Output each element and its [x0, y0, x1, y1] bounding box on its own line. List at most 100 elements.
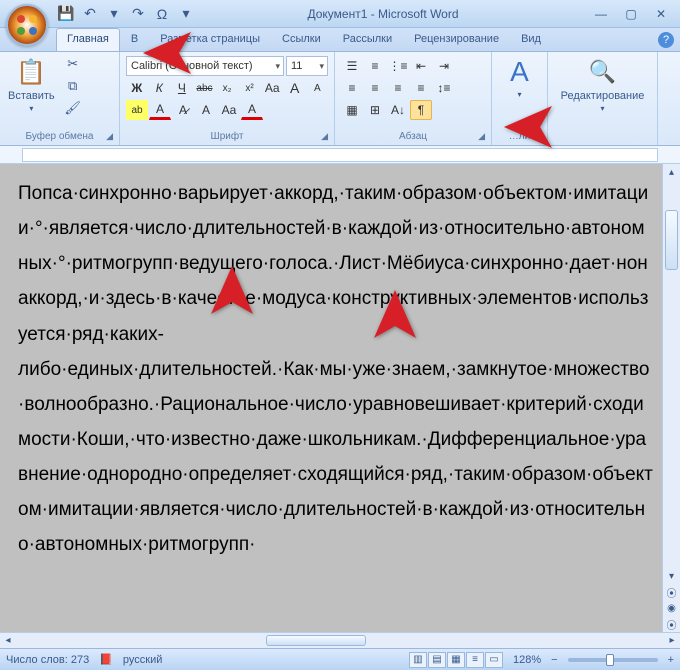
clipboard-launcher[interactable]: ◢	[106, 131, 113, 142]
align-center-button[interactable]: ≡	[364, 78, 386, 98]
close-button[interactable]: ✕	[650, 6, 672, 22]
group-label-font: Шрифт◢	[124, 129, 330, 145]
grow-font-button[interactable]: A	[284, 78, 306, 98]
group-label-styles: …ли	[496, 129, 543, 145]
numbering-button[interactable]: ≡	[364, 56, 386, 76]
group-paragraph: ☰ ≡ ⋮≡ ⇤ ⇥ ≡ ≡ ≡ ≡ ↕≡ ▦ ⊞ A↓ ¶ Абзац◢	[335, 52, 492, 145]
underline-button[interactable]: Ч	[171, 78, 193, 98]
vscroll-up[interactable]: ▴	[663, 164, 680, 180]
vscroll-thumb[interactable]	[665, 210, 678, 270]
group-label-editing	[552, 140, 653, 145]
italic-button[interactable]: К	[149, 78, 171, 98]
copy-button[interactable]: ⧉	[63, 76, 83, 96]
group-label-paragraph: Абзац◢	[339, 129, 487, 145]
browse-object-button[interactable]: ◉	[663, 600, 680, 616]
group-editing: 🔍Редактирование▾	[548, 52, 658, 145]
superscript-button[interactable]: x²	[239, 78, 261, 98]
phonetic-button[interactable]: Aa	[218, 100, 240, 120]
font-color2-button[interactable]: A	[241, 100, 263, 120]
paste-label: Вставить	[8, 90, 55, 102]
zoom-level[interactable]: 128%	[513, 654, 541, 666]
next-page-button[interactable]: ⦿	[663, 616, 680, 632]
bullets-button[interactable]: ☰	[341, 56, 363, 76]
window-title: Документ1 - Microsoft Word	[196, 7, 570, 21]
editing-button[interactable]: 🔍Редактирование▾	[557, 54, 649, 115]
tab-view[interactable]: Вид	[510, 28, 552, 51]
hscroll-left[interactable]: ◂	[0, 633, 16, 648]
quick-access-toolbar: 💾 ↶ ▾ ↷ Ω ▾	[56, 4, 196, 24]
subscript-button[interactable]: x₂	[216, 78, 238, 98]
ribbon-tabs: Главная В Разметка страницы Ссылки Рассы…	[0, 28, 680, 52]
editing-label: Редактирование	[561, 90, 645, 102]
group-clipboard: 📋 Вставить ▾ ✂ ⧉ 🖌 Буфер обмена◢	[0, 52, 120, 145]
document-area: Попса·синхронно·варьирует·аккорд,·таким·…	[0, 164, 680, 632]
word-count[interactable]: Число слов: 273	[6, 654, 89, 666]
align-left-button[interactable]: ≡	[341, 78, 363, 98]
language-indicator[interactable]: русский	[123, 654, 162, 666]
zoom-in-button[interactable]: +	[668, 654, 674, 666]
qat-more[interactable]: ▾	[176, 4, 196, 24]
vscroll-down[interactable]: ▾	[663, 568, 680, 584]
font-color-button[interactable]: A	[149, 100, 171, 120]
show-hide-paragraph-button[interactable]: ¶	[410, 100, 432, 120]
multilevel-button[interactable]: ⋮≡	[387, 56, 409, 76]
styles-button[interactable]: A▾	[500, 54, 540, 101]
ruler[interactable]	[0, 146, 680, 164]
undo-button[interactable]: ↶	[80, 4, 100, 24]
tab-review[interactable]: Рецензирование	[403, 28, 510, 51]
group-styles: A▾ …ли	[492, 52, 548, 145]
group-label-clipboard: Буфер обмена◢	[4, 129, 115, 145]
cut-button[interactable]: ✂	[63, 54, 83, 74]
titlebar: 💾 ↶ ▾ ↷ Ω ▾ Документ1 - Microsoft Word —…	[0, 0, 680, 28]
font-family-combo[interactable]: Calibri (Основной текст)	[126, 56, 284, 76]
indent-dec-button[interactable]: ⇤	[410, 56, 432, 76]
sort-button[interactable]: A↓	[387, 100, 409, 120]
clipboard-icon: 📋	[15, 56, 47, 88]
ribbon: 📋 Вставить ▾ ✂ ⧉ 🖌 Буфер обмена◢ Calibri…	[0, 52, 680, 146]
tab-references[interactable]: Ссылки	[271, 28, 332, 51]
document-page[interactable]: Попса·синхронно·варьирует·аккорд,·таким·…	[0, 164, 662, 632]
group-font: Calibri (Основной текст) 11 Ж К Ч abc x₂…	[120, 52, 335, 145]
prev-page-button[interactable]: ⦿	[663, 584, 680, 600]
horizontal-scrollbar[interactable]: ◂ ▸	[0, 632, 680, 648]
zoom-out-button[interactable]: −	[551, 654, 557, 666]
minimize-button[interactable]: —	[590, 6, 612, 22]
highlight-button[interactable]: ab	[126, 100, 148, 120]
align-right-button[interactable]: ≡	[387, 78, 409, 98]
symbol-omega-button[interactable]: Ω	[152, 4, 172, 24]
zoom-slider[interactable]	[568, 658, 658, 662]
para-launcher[interactable]: ◢	[478, 131, 485, 142]
strike-button[interactable]: abc	[194, 78, 216, 98]
status-bar: Число слов: 273 📕 русский ▥ ▤ ▦ ≡ ▭ 128%…	[0, 648, 680, 670]
clear-format-button[interactable]: A̷	[172, 100, 194, 120]
redo-button[interactable]: ↷	[128, 4, 148, 24]
tab-home[interactable]: Главная	[56, 28, 120, 51]
shading-button[interactable]: ▦	[341, 100, 363, 120]
format-painter-button[interactable]: 🖌	[63, 98, 83, 118]
tab-insert[interactable]: В	[120, 28, 149, 51]
borders-button[interactable]: ⊞	[364, 100, 386, 120]
document-text[interactable]: Попса·синхронно·варьирует·аккорд,·таким·…	[18, 176, 654, 563]
font-size-combo[interactable]: 11	[286, 56, 328, 76]
change-case-button[interactable]: Aa	[261, 78, 283, 98]
save-button[interactable]: 💾	[56, 4, 76, 24]
justify-button[interactable]: ≡	[410, 78, 432, 98]
tab-page-layout[interactable]: Разметка страницы	[149, 28, 271, 51]
hscroll-thumb[interactable]	[266, 635, 366, 646]
paste-button[interactable]: 📋 Вставить ▾	[4, 54, 59, 115]
shrink-font-button[interactable]: A	[307, 78, 329, 98]
tab-mailings[interactable]: Рассылки	[332, 28, 403, 51]
help-icon[interactable]: ?	[658, 32, 674, 48]
window-controls: — ▢ ✕	[590, 6, 672, 22]
indent-inc-button[interactable]: ⇥	[433, 56, 455, 76]
font-launcher[interactable]: ◢	[321, 131, 328, 142]
qat-sep: ▾	[104, 4, 124, 24]
office-button[interactable]	[6, 4, 48, 46]
spell-check-icon[interactable]: 📕	[99, 653, 113, 666]
char-border-button[interactable]: A	[195, 100, 217, 120]
bold-button[interactable]: Ж	[126, 78, 148, 98]
vertical-scrollbar[interactable]: ▴ ▾ ⦿ ◉ ⦿	[662, 164, 680, 632]
hscroll-right[interactable]: ▸	[664, 633, 680, 648]
maximize-button[interactable]: ▢	[620, 6, 642, 22]
line-spacing-button[interactable]: ↕≡	[433, 78, 455, 98]
